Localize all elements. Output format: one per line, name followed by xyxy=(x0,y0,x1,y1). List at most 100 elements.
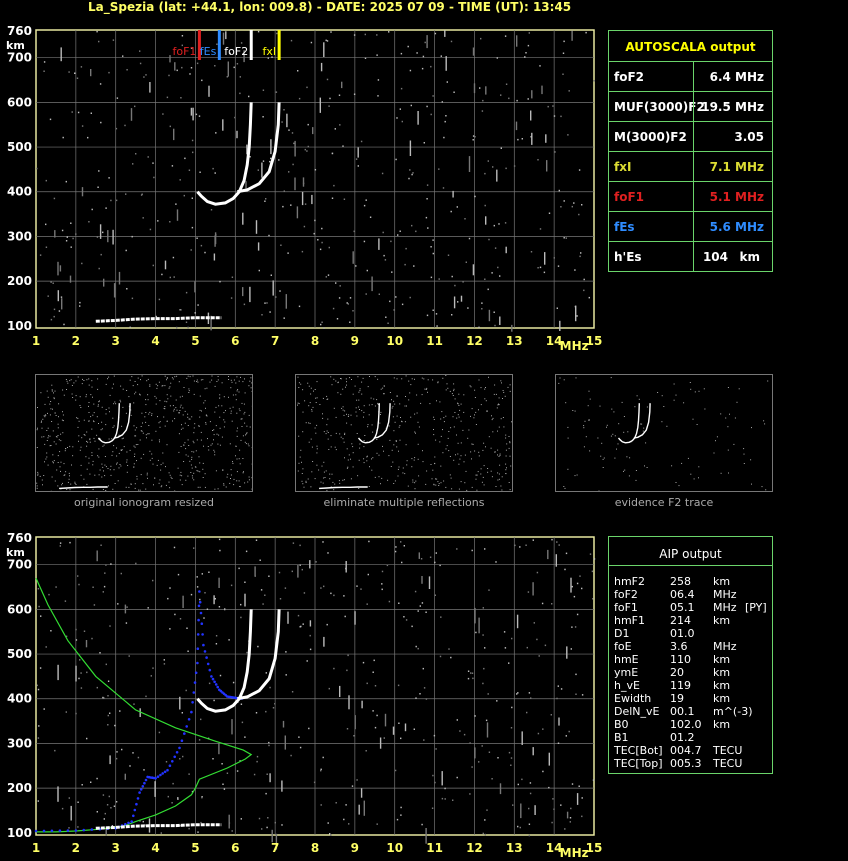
data-point xyxy=(127,821,130,825)
y-tick-label: 200 xyxy=(7,781,32,795)
aip-value: 20 xyxy=(670,666,684,679)
aip-name: D1 xyxy=(614,627,630,640)
ionogram-chart-aip: 1 2 3 4 5 6 7 8 9 10 11 12 13 14 15MHz1002003004005006… xyxy=(6,531,602,860)
data-point xyxy=(201,633,204,636)
x-tick-label: 5 xyxy=(191,841,199,855)
aip-value: 01.2 xyxy=(670,731,695,744)
data-point xyxy=(191,701,194,704)
autoscala-param-value: 3.05 xyxy=(734,130,764,144)
x-tick-label: 3 xyxy=(112,841,120,855)
aip-unit: km xyxy=(713,575,731,588)
aip-output-panel: AIP output hmF2 258 km foF2 06.4 MHz foF1 05.1 M… xyxy=(608,536,773,774)
aip-unit: km xyxy=(713,614,731,627)
x-tick-label: 8 xyxy=(311,841,319,855)
aip-value: 05.1 xyxy=(670,601,695,614)
data-point xyxy=(171,760,174,763)
data-point xyxy=(135,802,138,806)
x-tick-label: 2 xyxy=(72,334,80,348)
data-point xyxy=(139,788,143,791)
x-tick-label: 4 xyxy=(151,841,159,855)
data-point xyxy=(50,829,54,833)
y-tick-label: 100 xyxy=(7,826,32,840)
aip-value: 3.6 xyxy=(670,640,688,653)
x-tick-label: 11 xyxy=(426,334,443,348)
autoscala-output-panel: AUTOSCALA output foF2 6.4 MHz MUF(3000)F2 1… xyxy=(608,30,773,272)
autoscala-param-unit: km xyxy=(739,250,760,264)
page-title: La_Spezia (lat: +44.1, lon: 009.8) - DAT… xyxy=(88,0,572,14)
y-tick-label: 500 xyxy=(7,140,32,154)
data-point xyxy=(74,829,78,832)
data-point xyxy=(196,647,200,650)
data-point xyxy=(159,773,162,777)
y-tick-label: 400 xyxy=(7,185,32,199)
aip-title: AIP output xyxy=(659,547,722,561)
data-point xyxy=(216,685,219,689)
thumb-trace xyxy=(59,486,108,490)
autoscala-param-value: 6.4 MHz xyxy=(709,70,764,84)
data-point xyxy=(197,604,201,608)
aip-value: 06.4 xyxy=(670,588,695,601)
data-point xyxy=(183,732,186,735)
data-point xyxy=(199,611,203,615)
y-tick-label: 200 xyxy=(7,274,32,288)
aip-name: ymE xyxy=(614,666,639,679)
aip-name: h_vE xyxy=(614,679,640,692)
y-tick-label: 100 xyxy=(7,319,32,333)
data-point xyxy=(175,751,179,754)
x-tick-label: 10 xyxy=(386,334,403,348)
data-point xyxy=(156,775,160,778)
aip-value: 110 xyxy=(670,653,691,666)
y-tick-label: 760 xyxy=(7,24,32,38)
data-point xyxy=(154,777,157,780)
thumbnail-evidence-f2 xyxy=(555,374,773,492)
aip-unit: MHz xyxy=(713,601,737,614)
data-point xyxy=(213,680,216,684)
data-point xyxy=(143,781,146,785)
x-tick-label: 9 xyxy=(351,841,359,855)
data-point xyxy=(210,675,213,678)
aip-unit: km xyxy=(713,718,731,731)
aip-name: DelN_vE xyxy=(614,705,660,718)
aip-value: 005.3 xyxy=(670,757,702,770)
data-point xyxy=(173,755,176,759)
y-tick-label: 760 xyxy=(7,531,32,545)
aip-value: 004.7 xyxy=(670,744,702,757)
autoscala-param-label: foF1 xyxy=(614,190,645,204)
frequency-marker-label: foF1 xyxy=(172,45,196,58)
x-tick-label: 3 xyxy=(112,334,120,348)
autoscala-param-label: MUF(3000)F2 xyxy=(614,100,705,114)
x-tick-label: 13 xyxy=(506,334,523,348)
x-tick-label: 12 xyxy=(466,841,483,855)
autoscala-row: M(3000)F2 3.05 xyxy=(609,121,772,152)
x-tick-label: 5 xyxy=(191,334,199,348)
caption-original: original ionogram resized xyxy=(74,496,214,509)
caption-evidence: evidence F2 trace xyxy=(614,496,714,509)
aip-value: 00.1 xyxy=(670,705,695,718)
aip-unit: km xyxy=(713,692,731,705)
x-tick-label: 13 xyxy=(506,841,523,855)
aip-unit: MHz xyxy=(713,588,737,601)
autoscala-param-value: 5.6 MHz xyxy=(709,220,764,234)
aip-name: TEC[Bot] xyxy=(614,744,663,757)
ionogram-chart-autoscala: 1 2 3 4 5 6 7 8 9 10 11 12 13 14 15MHz1002003004005006… xyxy=(6,24,602,353)
y-tick-label: 700 xyxy=(7,51,32,65)
autoscala-row: km h'Es 104 xyxy=(609,241,772,272)
x-tick-label: 9 xyxy=(351,334,359,348)
autoscala-param-value: 5.1 MHz xyxy=(709,190,764,204)
aip-value: 119 xyxy=(670,679,691,692)
data-point xyxy=(161,772,164,775)
y-tick-label: 500 xyxy=(7,647,32,661)
data-point xyxy=(205,656,208,659)
data-point xyxy=(136,797,140,800)
y-axis-label: km xyxy=(6,546,25,559)
data-point xyxy=(200,622,204,625)
x-tick-label: 1 xyxy=(32,841,40,855)
data-point xyxy=(192,691,196,694)
data-point xyxy=(34,829,38,833)
x-tick-label: 7 xyxy=(271,334,279,348)
x-tick-label: 2 xyxy=(72,841,80,855)
aip-unit: m^(-3) xyxy=(713,705,753,718)
aip-name: foF1 xyxy=(614,601,638,614)
frequency-marker-label: foF2 xyxy=(224,45,248,58)
aip-unit: TECU xyxy=(713,744,743,757)
